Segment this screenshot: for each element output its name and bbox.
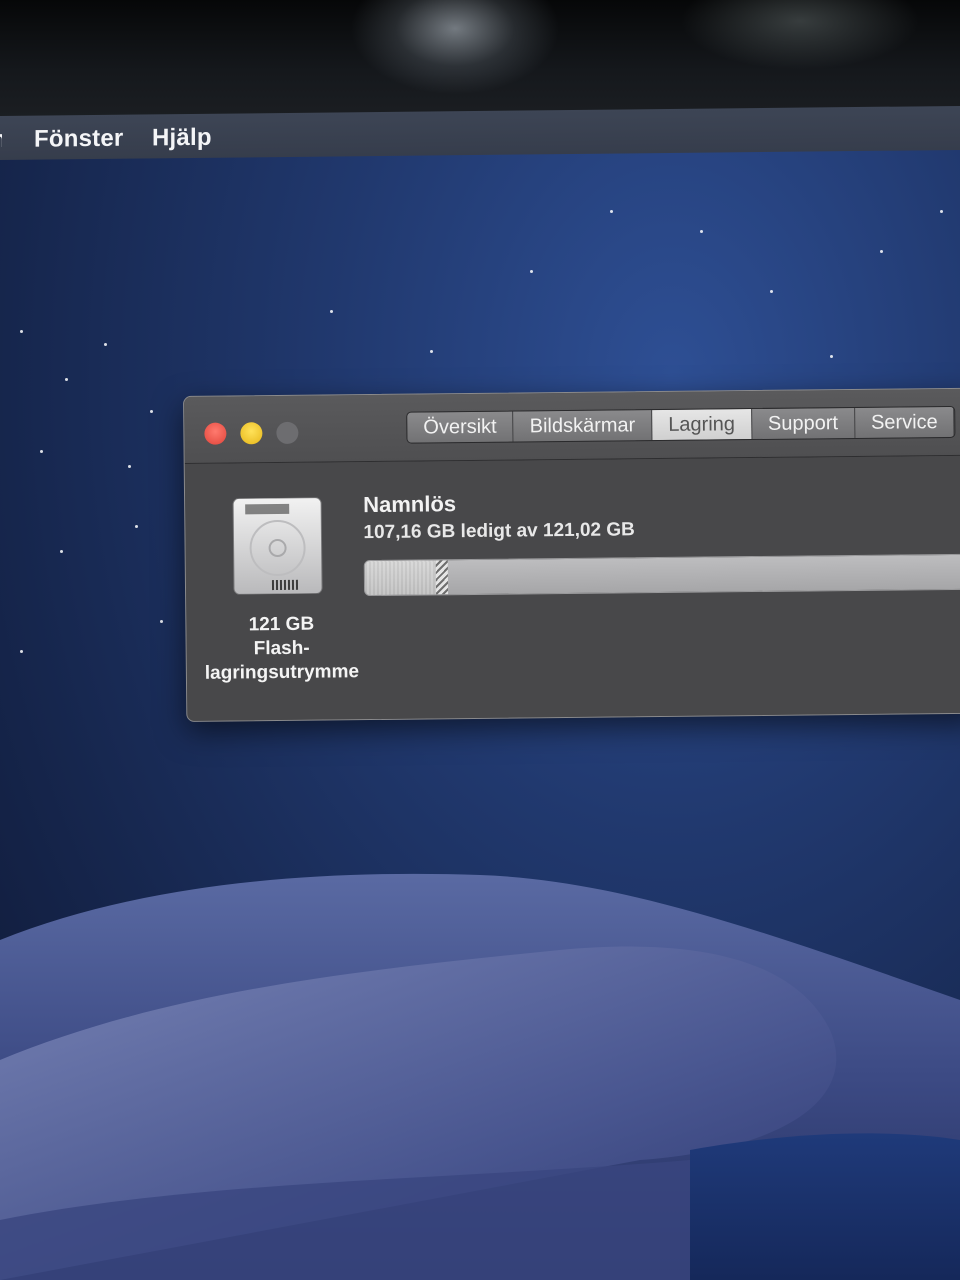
menu-item-window[interactable]: Fönster <box>34 125 123 154</box>
tab-bar: Översikt Bildskärmar Lagring Support Ser… <box>406 405 956 444</box>
screen-bezel <box>0 0 960 118</box>
star <box>530 270 533 273</box>
menu-item-partial[interactable]: n <box>0 126 2 152</box>
star <box>880 250 883 253</box>
tab-displays[interactable]: Bildskärmar <box>513 410 653 442</box>
window-titlebar[interactable]: Översikt Bildskärmar Lagring Support Ser… <box>184 388 960 464</box>
star <box>20 330 23 333</box>
star <box>330 310 333 313</box>
dune-landscape <box>0 873 960 1280</box>
star <box>20 650 23 653</box>
star <box>65 378 68 381</box>
tab-support[interactable]: Support <box>751 407 856 440</box>
hard-drive-icon <box>231 497 324 595</box>
star <box>610 210 613 213</box>
tab-overview[interactable]: Översikt <box>407 411 514 443</box>
menu-item-help[interactable]: Hjälp <box>152 124 212 153</box>
bezel-reflection-2 <box>680 0 920 70</box>
star <box>104 343 107 346</box>
tab-storage[interactable]: Lagring <box>652 409 753 441</box>
star <box>40 450 43 453</box>
star <box>430 350 433 353</box>
zoom-button[interactable] <box>276 421 299 445</box>
star <box>150 410 153 413</box>
star <box>830 355 833 358</box>
about-this-mac-window: Översikt Bildskärmar Lagring Support Ser… <box>183 387 960 722</box>
bezel-reflection <box>350 0 560 95</box>
storage-pane: 121 GB Flash- lagringsutrymme Namnlös 10… <box>184 455 960 721</box>
drive-capacity: 121 GB <box>248 613 315 636</box>
volume-free-space: 107,16 GB ledigt av 121,02 GB <box>363 519 635 544</box>
drive-label: 121 GB Flash- lagringsutrymme <box>196 612 367 686</box>
tab-service[interactable]: Service <box>854 406 955 438</box>
storage-other-segment <box>435 560 449 595</box>
storage-usage-bar[interactable] <box>363 553 960 597</box>
star <box>160 620 163 623</box>
drive-type-line1: Flash- <box>253 637 310 660</box>
star <box>135 525 138 528</box>
star <box>128 465 131 468</box>
volume-name: Namnlös <box>363 491 457 518</box>
star <box>700 230 703 233</box>
storage-used-segment <box>364 560 438 596</box>
minimize-button[interactable] <box>240 422 263 445</box>
star <box>770 290 773 293</box>
star <box>60 550 63 553</box>
star <box>940 210 943 213</box>
drive-type-line2: lagringsutrymme <box>204 661 360 684</box>
close-button[interactable] <box>204 422 227 445</box>
